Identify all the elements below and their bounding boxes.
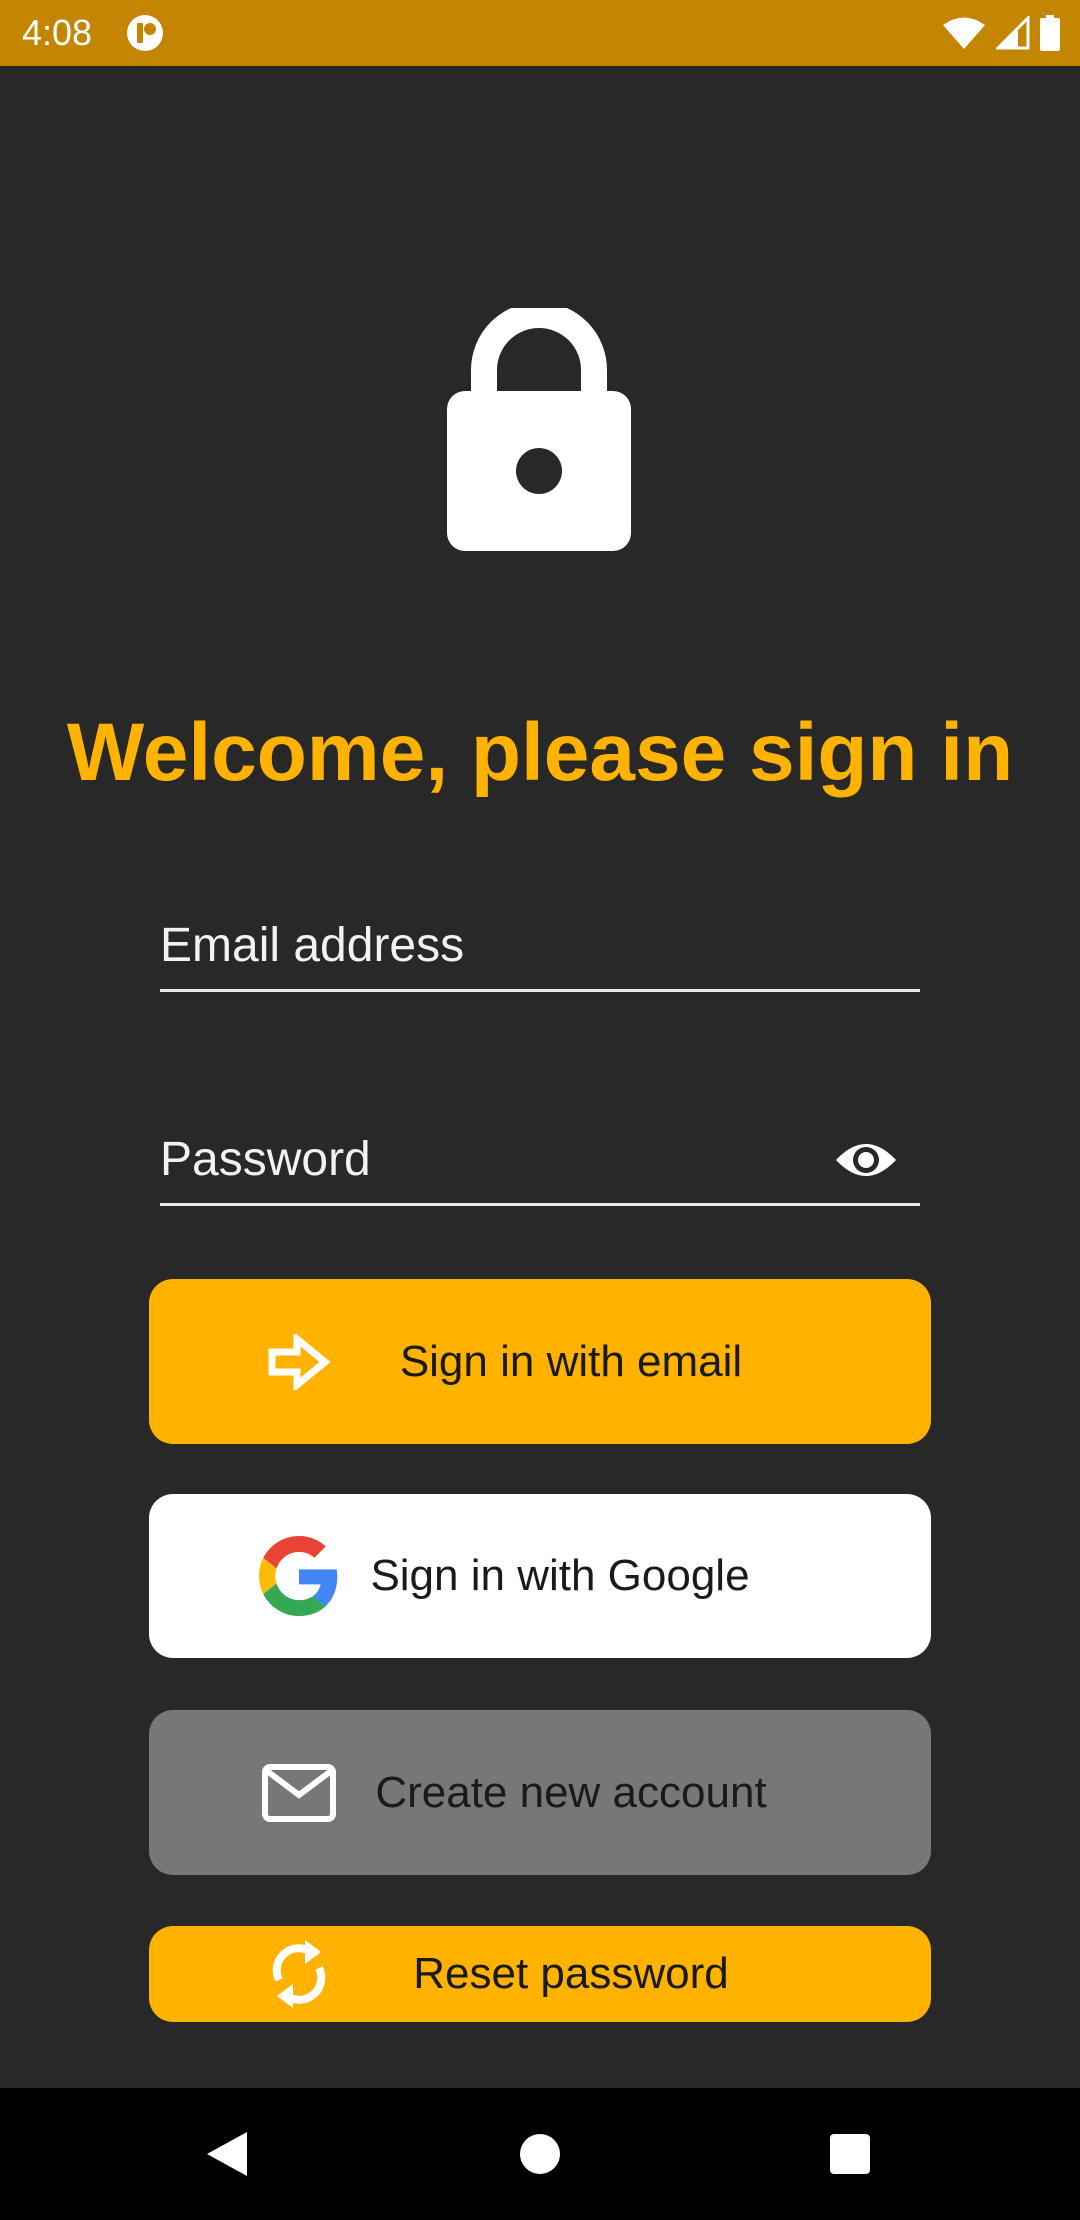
- navigation-bar: [0, 2088, 1080, 2220]
- back-icon[interactable]: [205, 2130, 249, 2178]
- sign-in-google-label: Sign in with Google: [370, 1551, 750, 1600]
- wifi-icon: [943, 17, 985, 49]
- sign-in-google-button[interactable]: Sign in with Google: [149, 1494, 931, 1658]
- create-account-button[interactable]: Create new account: [149, 1710, 931, 1875]
- sign-in-email-label: Sign in with email: [399, 1336, 743, 1386]
- create-account-label: Create new account: [375, 1767, 767, 1817]
- email-field[interactable]: [160, 915, 860, 975]
- status-bar: 4:08: [0, 0, 1080, 66]
- cellular-signal-icon: [996, 16, 1030, 50]
- status-icons: [942, 0, 1060, 66]
- lock-icon: [447, 308, 631, 551]
- password-field[interactable]: [160, 1129, 860, 1189]
- reset-password-label: Reset password: [413, 1949, 729, 1998]
- battery-icon: [1040, 15, 1060, 51]
- sign-in-email-button[interactable]: Sign in with email: [149, 1279, 931, 1444]
- email-field-container: [160, 915, 920, 992]
- reset-password-button[interactable]: Reset password: [149, 1926, 931, 2022]
- notification-app-icon: [127, 15, 163, 51]
- status-time: 4:08: [22, 12, 93, 53]
- eye-icon[interactable]: [834, 1136, 898, 1184]
- password-field-container: [160, 1129, 920, 1206]
- page-title: Welcome, please sign in: [66, 707, 1014, 798]
- home-icon[interactable]: [519, 2133, 561, 2175]
- recents-icon[interactable]: [829, 2133, 871, 2175]
